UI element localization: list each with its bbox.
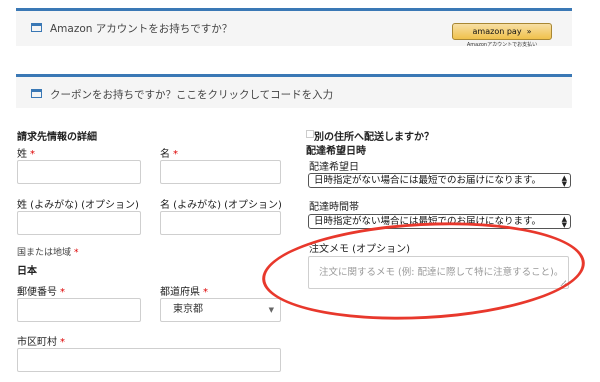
chevron-updown-icon: ▲ ▼ [561,174,567,188]
city-label: 市区町村 * [17,337,65,348]
last-name-kana-label: 姓 (よみがな) (オプション) [17,200,139,211]
first-name-kana-input[interactable] [160,211,281,235]
amazon-pay-button[interactable]: amazon pay » [452,23,552,40]
delivery-heading: 配達希望日時 [306,146,366,157]
first-name-kana-label: 名 (よみがな) (オプション) [160,200,282,211]
postcode-input[interactable] [17,298,141,322]
amazon-pay-subtext: Amazonアカウントでお支払い [466,42,538,48]
last-name-input[interactable] [17,160,141,184]
chevron-updown-icon: ▲ ▼ [561,215,567,229]
ship-different-label[interactable]: 別の住所へ配送しますか？ [314,128,434,143]
delivery-date-value: 日時指定がない場合には最短でのお届けになります。 [314,175,542,186]
billing-heading: 請求先情報の詳細 [17,132,97,143]
postcode-label: 郵便番号 * [17,287,65,298]
order-notes-label: 注文メモ (オプション) [309,244,410,255]
prefecture-label: 都道府県 * [160,287,208,298]
resize-grip-icon[interactable] [560,280,566,286]
chevron-right-icon: » [526,27,532,36]
delivery-time-select[interactable]: 日時指定がない場合には最短でのお届けになります。 ▲ ▼ [308,214,571,229]
chevron-down-icon: ▼ [268,306,274,314]
coupon-notice[interactable]: クーポンをお持ちですか？ここをクリックしてコードを入力 [16,74,572,108]
order-notes-textarea[interactable]: 注文に関するメモ (例: 配達に際して特に注意すること)。 [308,256,569,289]
delivery-time-value: 日時指定がない場合には最短でのお届けになります。 [314,216,542,227]
delivery-time-label: 配達時間帯 [309,202,359,213]
first-name-input[interactable] [160,160,281,184]
order-notes-placeholder: 注文に関するメモ (例: 配達に際して特に注意すること)。 [319,267,564,278]
delivery-date-label: 配達希望日 [309,162,359,173]
country-label: 国または地域 * [17,248,79,258]
last-name-label: 姓 * [17,149,35,160]
ship-different-checkbox[interactable] [306,130,314,138]
country-value: 日本 [17,266,37,277]
city-input[interactable] [17,348,281,372]
prefecture-select[interactable]: 東京都 ▼ [160,298,281,322]
coupon-notice-text[interactable]: クーポンをお持ちですか？ここをクリックしてコードを入力 [50,87,333,102]
window-icon [31,89,42,98]
delivery-date-select[interactable]: 日時指定がない場合には最短でのお届けになります。 ▲ ▼ [308,173,571,188]
amazon-pay-label: amazon pay [472,27,522,36]
amazon-notice-text: Amazon アカウントをお持ちですか？ [50,23,233,35]
first-name-label: 名 * [160,149,178,160]
last-name-kana-input[interactable] [17,211,141,235]
window-icon [31,23,42,32]
prefecture-value: 東京都 [173,304,203,315]
